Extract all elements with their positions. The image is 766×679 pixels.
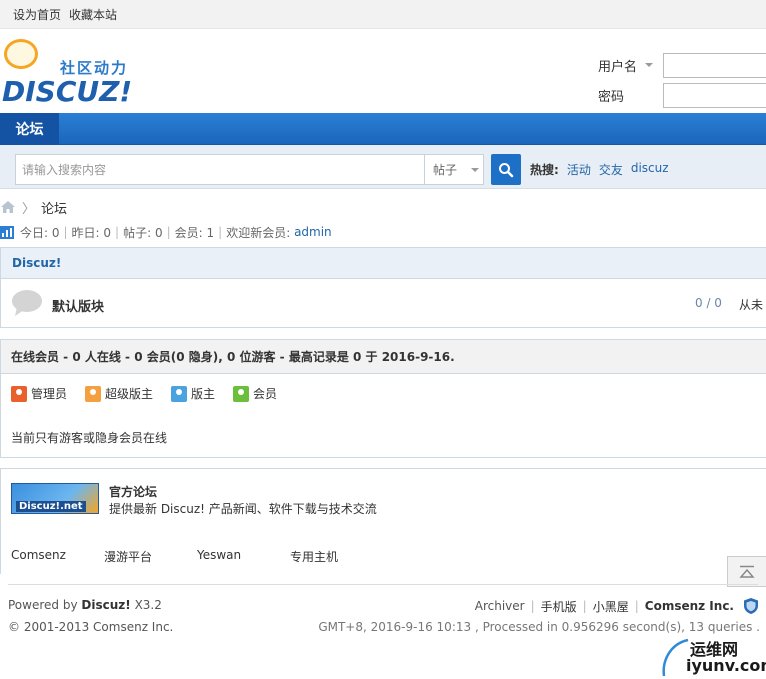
- forum-last-post: 从未: [739, 298, 764, 312]
- forum-board-link[interactable]: 默认版块: [52, 296, 104, 315]
- site-logo[interactable]: 社区动力 DISCUZ!: [0, 37, 135, 108]
- banner-text: Discuz!.net: [16, 501, 86, 512]
- member-user-icon: [233, 385, 250, 402]
- search-button[interactable]: [491, 154, 521, 185]
- category-title[interactable]: Discuz!: [1, 248, 766, 279]
- home-icon[interactable]: [0, 200, 16, 214]
- stat-members: 会员: 1: [174, 225, 215, 240]
- watermark-url: iyunv.com: [686, 656, 766, 675]
- arrow-up-icon: [739, 565, 755, 578]
- forum-bubble-icon: [12, 290, 42, 316]
- archiver-link[interactable]: Archiver: [475, 599, 525, 613]
- super-moderator-user-icon: [85, 385, 102, 402]
- legend-moderator: 版主: [171, 385, 215, 402]
- login-form: 用户名 密码: [596, 51, 766, 111]
- password-label: 密码: [598, 89, 625, 105]
- friend-links: Comsenz 漫游平台 Yeswan 专用主机: [11, 548, 383, 565]
- search-type-label: 帖子: [433, 163, 458, 177]
- security-shield-icon[interactable]: [742, 597, 760, 615]
- forum-topic-post-count: 0 / 0: [695, 296, 722, 310]
- friend-link[interactable]: Yeswan: [197, 548, 290, 565]
- footer-divider: [8, 584, 758, 585]
- blacklist-link[interactable]: 小黑屋: [593, 598, 629, 615]
- breadcrumb-current[interactable]: 论坛: [41, 198, 67, 217]
- top-bar: 设为首页 收藏本站: [0, 0, 766, 29]
- logo-wordmark: DISCUZ!: [2, 75, 133, 108]
- newest-member-label: 欢迎新会员:: [226, 225, 291, 240]
- friend-link[interactable]: Comsenz: [11, 548, 104, 565]
- username-label: 用户名: [598, 59, 638, 75]
- official-forum-link[interactable]: 官方论坛: [109, 483, 157, 500]
- password-input[interactable]: [663, 82, 766, 108]
- discuz-link[interactable]: Discuz!: [81, 598, 130, 612]
- stats-chart-icon: [0, 225, 14, 239]
- main-nav: 论坛: [0, 113, 766, 145]
- username-input[interactable]: [663, 52, 766, 78]
- footer-links: Archiver | 手机版 | 小黑屋 | Comsenz Inc.: [475, 597, 760, 615]
- search-input[interactable]: 请输入搜索内容: [15, 154, 424, 185]
- legend-super-moderator: 超级版主: [85, 385, 153, 402]
- legend-admin: 管理员: [11, 385, 67, 402]
- watermark-logo: 运维网 iyunv.com: [660, 636, 766, 679]
- hot-search-label: 热搜:: [530, 163, 559, 177]
- username-type-select[interactable]: 用户名: [596, 56, 663, 75]
- friend-link[interactable]: 漫游平台: [104, 548, 197, 565]
- bookmark-link[interactable]: 收藏本站: [69, 6, 117, 23]
- newest-member-link[interactable]: admin: [294, 225, 332, 239]
- chevron-down-icon: [645, 63, 654, 67]
- search-bar: 请输入搜索内容 帖子 热搜: 活动 交友 discuz: [0, 145, 766, 189]
- mobile-link[interactable]: 手机版: [541, 598, 577, 615]
- logo-bubble-icon: [4, 39, 38, 69]
- runtime-info: GMT+8, 2016-9-16 10:13 , Processed in 0.…: [318, 620, 760, 634]
- online-header[interactable]: 在线会员 - 0 人在线 - 0 会员(0 隐身), 0 位游客 - 最高记录是…: [1, 340, 766, 374]
- hot-search-item[interactable]: discuz: [631, 161, 669, 178]
- breadcrumb: 〉 论坛: [0, 198, 67, 217]
- stat-today: 今日: 0: [20, 225, 60, 240]
- friend-link[interactable]: 专用主机: [290, 548, 383, 565]
- stat-posts: 帖子: 0: [123, 225, 163, 240]
- search-type-select[interactable]: 帖子: [424, 154, 484, 185]
- copyright: © 2001-2013 Comsenz Inc.: [8, 620, 174, 634]
- moderator-user-icon: [171, 385, 188, 402]
- scroll-top-button[interactable]: [727, 556, 766, 587]
- company-link[interactable]: Comsenz Inc.: [645, 599, 734, 613]
- forum-stats: 今日: 0 | 昨日: 0 | 帖子: 0 | 会员: 1 | 欢迎新会员: a…: [0, 223, 332, 241]
- breadcrumb-separator: 〉: [22, 201, 36, 217]
- hot-search-item[interactable]: 活动: [567, 161, 591, 178]
- stat-yesterday: 昨日: 0: [71, 225, 112, 240]
- search-icon: [499, 162, 514, 177]
- chevron-down-icon: [471, 167, 480, 172]
- official-forum-banner[interactable]: Discuz!.net: [11, 483, 99, 514]
- powered-by: Powered by Discuz! X3.2: [8, 598, 162, 612]
- friend-links-section: Discuz!.net 官方论坛 提供最新 Discuz! 产品新闻、软件下载与…: [0, 468, 766, 574]
- forum-row: 默认版块 0 / 0 从未: [1, 279, 766, 328]
- hot-search-item[interactable]: 交友: [599, 161, 623, 178]
- header: 社区动力 DISCUZ! 用户名 密码: [0, 29, 766, 113]
- official-forum-desc: 提供最新 Discuz! 产品新闻、软件下载与技术交流: [109, 502, 377, 516]
- set-homepage-link[interactable]: 设为首页: [13, 6, 61, 23]
- forum-category: Discuz! 默认版块 0 / 0 从未: [0, 247, 766, 328]
- member-group-legend: 管理员 超级版主 版主 会员: [11, 385, 277, 402]
- online-members: 在线会员 - 0 人在线 - 0 会员(0 隐身), 0 位游客 - 最高记录是…: [0, 339, 766, 458]
- online-message: 当前只有游客或隐身会员在线: [11, 431, 168, 445]
- legend-member: 会员: [233, 385, 277, 402]
- admin-user-icon: [11, 385, 27, 402]
- nav-tab-forum[interactable]: 论坛: [0, 113, 59, 145]
- hot-searches: 热搜: 活动 交友 discuz: [530, 161, 669, 178]
